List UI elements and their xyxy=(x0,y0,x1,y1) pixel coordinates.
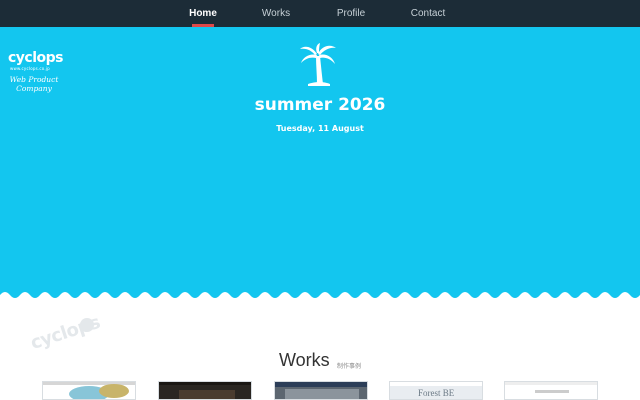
work-thumbnail-3[interactable] xyxy=(274,381,368,400)
works-subheading: 制作事例 xyxy=(337,363,362,370)
thumb-header xyxy=(159,382,251,385)
nav-home[interactable]: Home xyxy=(184,0,222,27)
thumb-image xyxy=(179,390,235,399)
thumb-image xyxy=(285,389,359,399)
watermark-text: cyclops xyxy=(28,311,103,354)
work-thumbnail-2[interactable] xyxy=(158,381,252,400)
works-heading: Works xyxy=(279,350,330,370)
thumb-text-line xyxy=(535,390,569,393)
top-nav: Home Works Profile Contact xyxy=(0,0,640,27)
nav-profile[interactable]: Profile xyxy=(330,0,372,27)
thumb-header xyxy=(505,382,597,385)
work-thumbnail-5[interactable] xyxy=(504,381,598,400)
site-logo[interactable]: cyclops www.cyclops.co.jp Web Product Co… xyxy=(8,50,68,96)
logo-wordmark: cyclops xyxy=(8,50,64,66)
wave-divider xyxy=(0,292,640,303)
season-title: summer 2026 xyxy=(254,95,386,115)
cyclops-watermark: cyclops xyxy=(28,312,120,366)
work-thumbnail-4[interactable]: Forest BE xyxy=(389,381,483,400)
nav-contact[interactable]: Contact xyxy=(406,0,450,27)
logo-tagline: Web Product Company xyxy=(9,75,59,93)
logo-url: www.cyclops.co.jp xyxy=(10,66,50,71)
thumb-image xyxy=(99,384,129,398)
nav-works[interactable]: Works xyxy=(256,0,296,27)
work-thumbnail-1[interactable] xyxy=(42,381,136,400)
thumb-header xyxy=(275,382,367,387)
date-label: Tuesday, 11 August xyxy=(276,124,364,133)
thumb-header xyxy=(390,382,482,386)
thumb-caption: Forest BE xyxy=(418,388,455,398)
palm-tree-icon xyxy=(300,43,336,86)
